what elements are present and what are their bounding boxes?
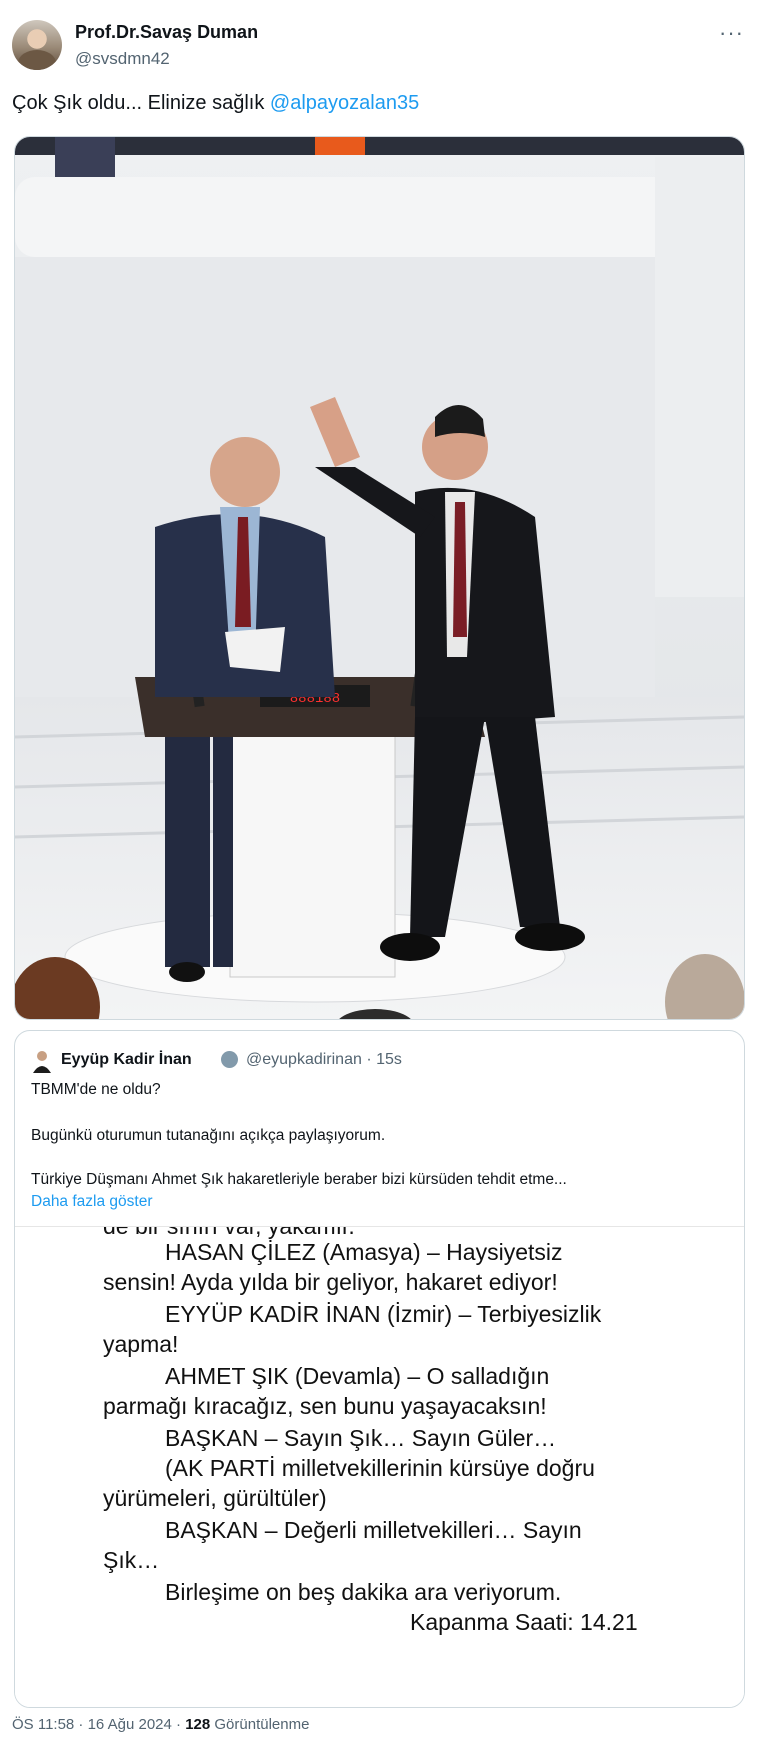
show-more-link[interactable]: Daha fazla göster (31, 1193, 153, 1211)
mention-link[interactable]: @alpayozalan35 (270, 92, 419, 114)
quoted-time: · 15s (366, 1051, 402, 1068)
quoted-tweet[interactable]: Eyyüp Kadir İnan @eyupkadirinan · 15s TB… (14, 1030, 745, 1708)
transcript-image: de bir sınırı var, yakamır. HASAN ÇİLEZ … (15, 1226, 744, 1707)
transcript-line: parmağı kıracağız, sen bunu yaşayacaksın… (103, 1393, 547, 1419)
transcript-line: Birleşime on beş dakika ara veriyorum. (165, 1579, 562, 1605)
transcript-line: EYYÜP KADİR İNAN (İzmir) – Terbiyesizlik (165, 1301, 602, 1327)
views-label: Görüntülenme (210, 1716, 310, 1733)
tweet-body: Çok Şık oldu... Elinize sağlık (12, 92, 270, 114)
transcript-line: BAŞKAN – Değerli milletvekilleri… Sayın (165, 1517, 582, 1543)
transcript-line: BAŞKAN – Sayın Şık… Sayın Güler… (165, 1425, 557, 1451)
quoted-tweet-header: Eyyüp Kadir İnan @eyupkadirinan · 15s (31, 1049, 731, 1073)
author-avatar[interactable] (12, 20, 62, 70)
transcript-line: sensin! Ayda yılda bir geliyor, hakaret … (103, 1269, 558, 1295)
tweet-text: Çok Şık oldu... Elinize sağlık @alpayoza… (12, 92, 419, 115)
quoted-line-3: Türkiye Düşmanı Ahmet Şık hakaretleriyle… (31, 1171, 567, 1188)
transcript-line: AHMET ŞIK (Devamla) – O salladığın (165, 1363, 550, 1389)
quoted-author-meta: @eyupkadirinan · 15s (246, 1051, 402, 1069)
transcript-line: Kapanma Saati: 14.21 (410, 1609, 638, 1635)
tweet-photo[interactable]: 888188 (14, 136, 745, 1020)
transcript-line: yapma! (103, 1331, 179, 1357)
transcript-line: HASAN ÇİLEZ (Amasya) – Haysiyetsiz (165, 1239, 563, 1265)
transcript-line: (AK PARTİ milletvekillerinin kürsüye doğ… (165, 1455, 595, 1481)
transcript-line: yürümeleri, gürültüler) (103, 1485, 327, 1511)
tweet-header: Prof.Dr.Savaş Duman @svsdmn42 ··· (12, 14, 748, 74)
quoted-line-1: TBMM'de ne oldu? (31, 1081, 161, 1098)
quoted-author-handle: @eyupkadirinan (246, 1051, 362, 1068)
verified-badge-icon (221, 1051, 238, 1068)
avatar-shoulders (18, 50, 56, 70)
views-count: 128 (185, 1716, 211, 1733)
tweet-timestamp[interactable]: ÖS 11:58 · 16 Ağu 2024 · (12, 1716, 185, 1733)
author-handle[interactable]: @svsdmn42 (75, 49, 170, 69)
tweet-footer: ÖS 11:58 · 16 Ağu 2024 · 128 Görüntülenm… (12, 1716, 309, 1733)
transcript-line: Şık… (103, 1547, 160, 1573)
quoted-author-name[interactable]: Eyyüp Kadir İnan (61, 1051, 192, 1069)
transcript-line: de bir sınırı var, yakamır. (103, 1226, 355, 1239)
author-name[interactable]: Prof.Dr.Savaş Duman (75, 22, 258, 43)
quoted-author-avatar[interactable] (31, 1049, 53, 1073)
quoted-line-2: Bugünkü oturumun tutanağını açıkça payla… (31, 1127, 386, 1144)
more-options-icon[interactable]: ··· (719, 20, 744, 46)
parliament-photo: 888188 (15, 137, 744, 1019)
